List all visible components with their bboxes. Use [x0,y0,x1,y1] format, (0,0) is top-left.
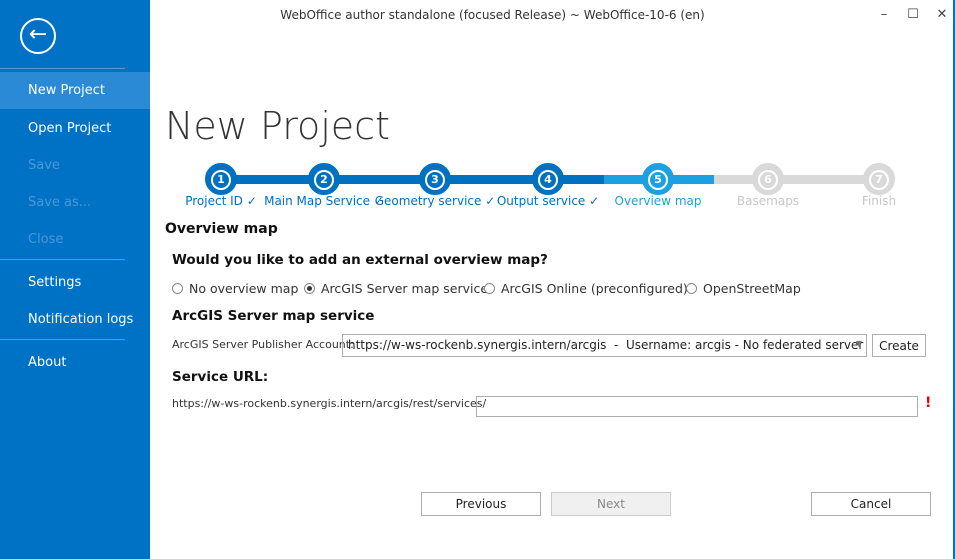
step-4-circle: 4 [532,163,564,195]
radio-arcgis-server[interactable]: ArcGIS Server map service [304,281,488,296]
step-5-label[interactable]: Overview map [615,194,702,208]
step-7-label: Finish [861,194,897,208]
arcgis-heading: ArcGIS Server map service [172,308,375,324]
divider [0,68,125,69]
step-4-label[interactable]: Output service ✓ [497,194,599,208]
sidebar-item-save-as: Save as... [28,195,92,210]
window-title: WebOffice author standalone (focused Rel… [280,8,705,22]
section-title: Overview map [165,221,278,237]
step-3-circle: 3 [419,163,451,195]
error-icon: ! [925,395,932,411]
close-button[interactable]: ✕ [928,4,955,26]
service-url-heading: Service URL: [172,369,269,385]
sidebar-item-new-project[interactable]: New Project [0,72,150,109]
service-url-input[interactable] [476,396,918,417]
next-button: Next [551,492,671,516]
divider [0,339,125,340]
step-5-circle: 5 [642,163,674,195]
divider [0,259,125,260]
progress-pending [714,175,879,184]
step-number: 5 [648,170,668,190]
sidebar-item-settings[interactable]: Settings [0,264,150,301]
radio-button[interactable] [686,283,697,294]
radio-button[interactable] [484,283,495,294]
page-title: New Project [165,104,390,148]
radio-button[interactable] [304,283,315,294]
radio-label: OpenStreetMap [703,281,801,296]
question-label: Would you like to add an external overvi… [172,252,548,268]
previous-button[interactable]: Previous [421,492,541,516]
step-number: 6 [758,170,778,190]
minimize-button[interactable]: – [870,4,898,26]
radio-openstreetmap[interactable]: OpenStreetMap [686,281,801,296]
radio-label: ArcGIS Server map service [321,281,489,296]
cancel-button[interactable]: Cancel [811,492,931,516]
radio-no-overview-map[interactable]: No overview map [172,281,298,296]
step-6-circle: 6 [752,163,784,195]
step-6-label: Basemaps [736,194,800,208]
chevron-down-icon: ▼ [855,339,862,348]
create-button[interactable]: Create [872,334,926,357]
sidebar: ← New Project Open Project Save Save as.… [0,0,150,559]
sidebar-item-notification-logs[interactable]: Notification logs [0,301,150,338]
sidebar-item-save: Save [28,158,60,173]
step-2-label[interactable]: Main Map Service ✓ [264,194,384,208]
step-number: 1 [211,170,231,190]
radio-button[interactable] [172,283,183,294]
step-number: 2 [314,170,334,190]
step-1-label[interactable]: Project ID ✓ [185,194,257,208]
sidebar-item-open-project[interactable]: Open Project [0,110,150,147]
radio-arcgis-online[interactable]: ArcGIS Online (preconfigured) [484,281,688,296]
service-url-prefix: https://w-ws-rockenb.synergis.intern/arc… [172,397,487,410]
step-number: 3 [425,170,445,190]
step-1-circle: 1 [205,163,237,195]
step-number: 7 [869,170,889,190]
step-number: 4 [538,170,558,190]
select-value: https://w-ws-rockenb.synergis.intern/arc… [348,338,864,352]
step-3-label[interactable]: Geometry service ✓ [375,194,496,208]
sidebar-item-close: Close [28,232,64,247]
publisher-account-select[interactable]: https://w-ws-rockenb.synergis.intern/arc… [342,334,867,357]
radio-label: No overview map [189,281,299,296]
publisher-account-label: ArcGIS Server Publisher Account: [172,338,354,351]
step-2-circle: 2 [308,163,340,195]
back-arrow-icon[interactable]: ← [20,18,56,54]
sidebar-item-about[interactable]: About [0,344,150,381]
step-7-circle: 7 [863,163,895,195]
radio-label: ArcGIS Online (preconfigured) [501,281,688,296]
maximize-button[interactable]: ☐ [899,4,927,26]
